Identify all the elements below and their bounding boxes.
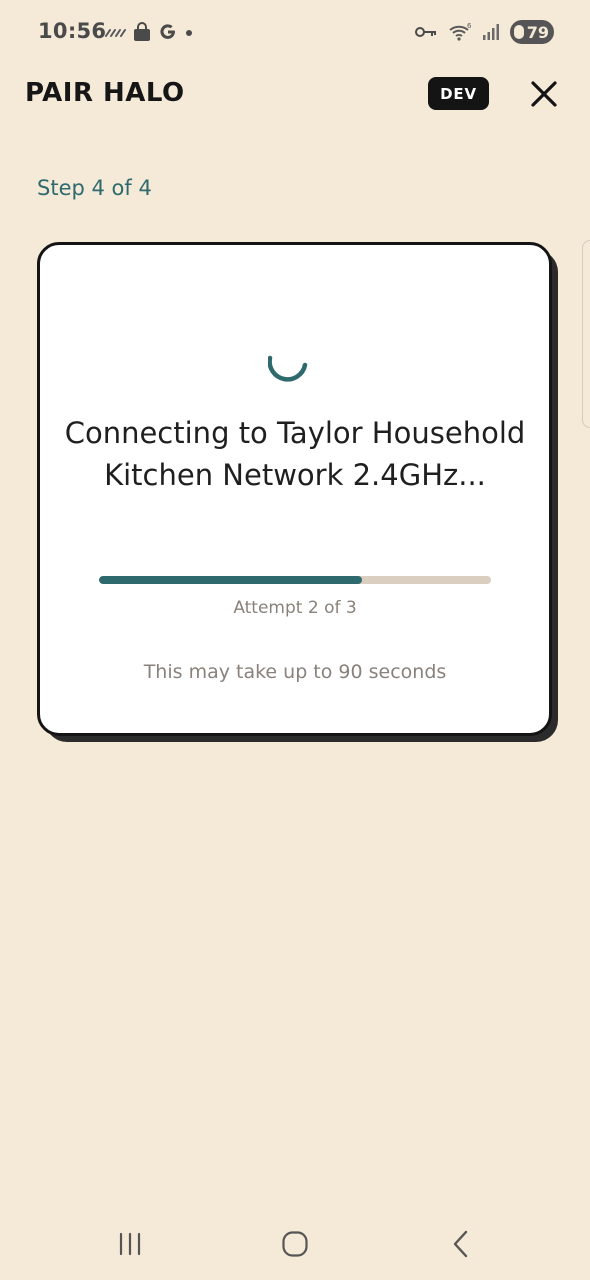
loading-spinner-icon <box>268 355 308 382</box>
connecting-title: Connecting to Taylor Household Kitchen N… <box>64 416 526 492</box>
dev-badge: DEV <box>428 77 489 110</box>
battery-icon: 79 <box>510 20 554 44</box>
progress-bar <box>99 576 491 584</box>
dot-icon <box>186 30 192 36</box>
back-icon <box>453 1230 468 1258</box>
page-title: PAIR HALO <box>25 78 185 108</box>
google-g-icon <box>160 24 175 39</box>
wifi-icon: 6 <box>449 22 472 41</box>
recent-apps-button[interactable] <box>102 1224 158 1264</box>
status-left-icons <box>104 20 194 44</box>
status-right-icons: 6 79 <box>414 18 554 46</box>
svg-text:6: 6 <box>467 22 472 30</box>
attempt-counter: Attempt 2 of 3 <box>233 598 357 618</box>
progress-fill <box>99 576 362 584</box>
cell-signal-icon <box>483 24 499 40</box>
shopping-bag-icon <box>134 22 150 41</box>
back-button[interactable] <box>433 1224 489 1264</box>
battery-level: 79 <box>526 22 549 42</box>
recent-apps-icon <box>119 1232 141 1256</box>
wait-note: This may take up to 90 seconds <box>143 661 447 683</box>
home-icon <box>282 1231 308 1257</box>
close-button[interactable] <box>524 74 564 114</box>
home-button[interactable] <box>267 1224 323 1264</box>
status-bar: 10:56 6 79 <box>0 0 590 64</box>
status-time: 10:56 <box>38 19 107 43</box>
navigation-bar <box>0 1210 590 1280</box>
close-icon <box>531 81 557 107</box>
signal-dashes-icon <box>105 29 126 37</box>
vpn-key-icon <box>415 27 436 37</box>
step-indicator: Step 4 of 4 <box>37 176 152 200</box>
scroll-indicator <box>582 240 590 428</box>
